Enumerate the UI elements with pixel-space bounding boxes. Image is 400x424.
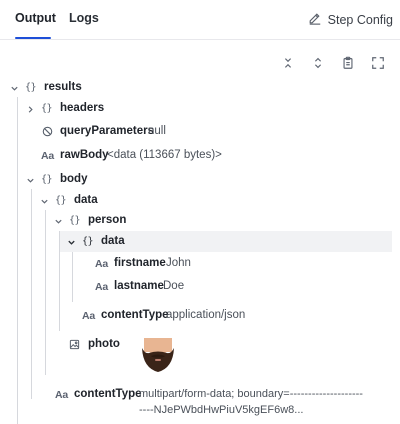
expand-all-button[interactable] <box>310 57 326 73</box>
chevron-down-icon[interactable] <box>25 175 35 185</box>
tree-key-body[interactable]: body <box>60 173 87 185</box>
tree-value-contenttype-inner: application/json <box>166 309 246 321</box>
step-config-label: Step Config <box>327 12 393 27</box>
string-type-icon: Aa <box>95 258 109 270</box>
tab-logs[interactable]: Logs <box>69 11 99 25</box>
tree-guide <box>72 252 73 302</box>
tree-key-lastname[interactable]: lastname <box>114 280 164 292</box>
object-icon: {} <box>25 82 37 93</box>
photo-preview-image <box>137 334 179 372</box>
tree-value-contenttype-outer-line1: multipart/form-data; boundary=----------… <box>139 388 363 400</box>
tree-value-firstname: John <box>166 257 191 269</box>
step-config-button[interactable]: Step Config <box>308 11 393 28</box>
tree-value-rawbody: <data (113667 bytes)> <box>107 149 222 161</box>
object-icon: {} <box>41 103 53 114</box>
tree-key-rawbody[interactable]: rawBody <box>60 149 109 161</box>
tree-key-person-data[interactable]: data <box>101 235 125 247</box>
string-type-icon: Aa <box>82 310 96 322</box>
output-toolbar <box>280 56 386 75</box>
active-tab-indicator <box>15 37 51 39</box>
chevron-down-icon[interactable] <box>66 237 76 247</box>
tree-value-queryparameters: null <box>148 125 166 137</box>
fullscreen-icon <box>371 56 385 75</box>
object-icon: {} <box>55 195 67 206</box>
tree-key-results[interactable]: results <box>44 81 82 93</box>
tab-output[interactable]: Output <box>15 11 56 25</box>
string-type-icon: Aa <box>41 150 55 162</box>
chevron-right-icon[interactable] <box>25 104 35 114</box>
tree-key-photo[interactable]: photo <box>88 338 120 350</box>
output-tabs-bar: Output Logs Step Config <box>0 0 400 40</box>
object-icon: {} <box>82 236 94 247</box>
copy-button[interactable] <box>340 56 356 75</box>
collapse-all-button[interactable] <box>280 57 296 73</box>
selected-tree-row[interactable] <box>60 231 392 252</box>
tree-value-contenttype-outer-line2: ----NJePWbdHwPiuV5kgEF6w8... <box>139 404 304 416</box>
tree-key-person[interactable]: person <box>88 214 126 226</box>
tree-key-contenttype-outer[interactable]: contentType <box>74 388 142 400</box>
chevron-down-icon[interactable] <box>9 83 19 93</box>
tree-key-contenttype-inner[interactable]: contentType <box>101 309 169 321</box>
chevron-down-icon[interactable] <box>39 196 49 206</box>
expand-all-icon <box>311 56 325 75</box>
collapse-all-icon <box>281 56 295 75</box>
tree-key-queryparameters[interactable]: queryParameters <box>60 125 154 137</box>
tree-key-headers[interactable]: headers <box>60 102 104 114</box>
tree-value-lastname: Doe <box>163 280 185 292</box>
string-type-icon: Aa <box>55 389 69 401</box>
tree-guide <box>17 97 18 424</box>
object-icon: {} <box>41 174 53 185</box>
chevron-down-icon[interactable] <box>53 216 63 226</box>
image-icon <box>69 339 80 353</box>
tree-guide <box>31 189 32 399</box>
tree-guide <box>45 210 46 375</box>
fullscreen-button[interactable] <box>370 56 386 75</box>
object-icon: {} <box>69 215 81 226</box>
copy-clipboard-icon <box>341 56 355 75</box>
tree-key-data[interactable]: data <box>74 194 98 206</box>
string-type-icon: Aa <box>95 281 109 293</box>
tree-guide <box>59 231 60 331</box>
null-icon <box>42 126 53 140</box>
tree-key-firstname[interactable]: firstname <box>114 257 166 269</box>
edit-icon <box>308 11 322 28</box>
